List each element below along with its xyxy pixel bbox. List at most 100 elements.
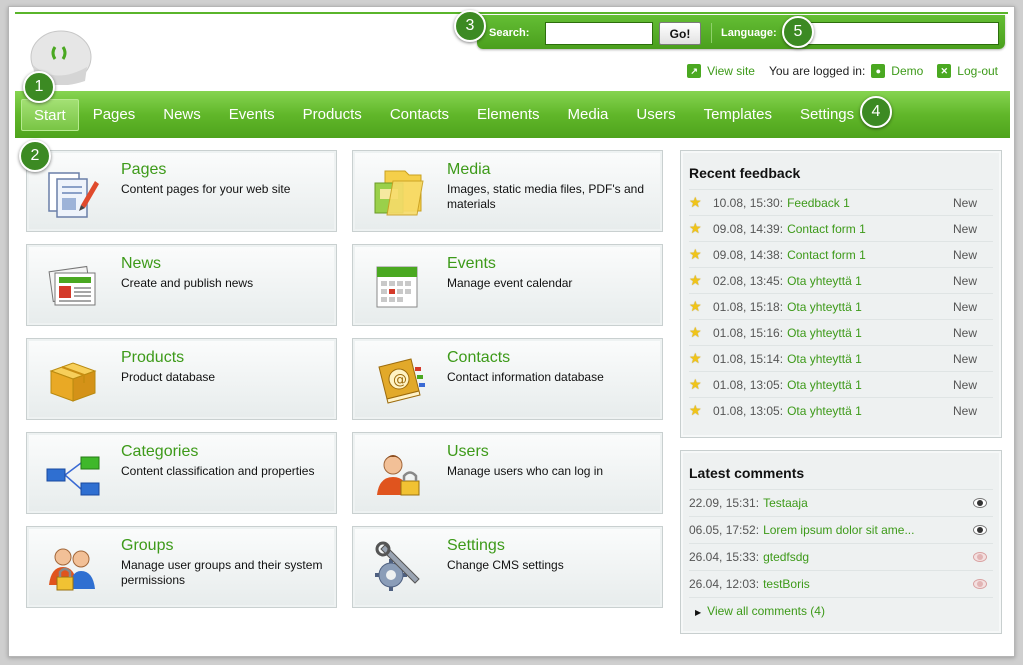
feedback-link[interactable]: Ota yhteyttä 1 <box>787 404 953 418</box>
tile-products[interactable]: Products Product database <box>26 338 337 420</box>
nav-item-products[interactable]: Products <box>289 99 376 131</box>
tile-categories[interactable]: Categories Content classification and pr… <box>26 432 337 514</box>
tools-icon <box>375 541 420 591</box>
feedback-row: ★ 09.08, 14:39: Contact form 1 New <box>689 215 993 241</box>
feedback-time: 01.08, 13:05: <box>713 377 784 392</box>
nav-item-events[interactable]: Events <box>215 99 289 131</box>
comment-link[interactable]: Lorem ipsum dolor sit ame... <box>763 523 973 537</box>
tile-description: Manage event calendar <box>447 276 573 290</box>
tile-users[interactable]: Users Manage users who can log in <box>352 432 663 514</box>
comment-row: 06.05, 17:52: Lorem ipsum dolor sit ame..… <box>689 516 993 543</box>
comment-time: 22.09, 15:31: <box>689 496 760 510</box>
nav-item-pages[interactable]: Pages <box>79 99 150 131</box>
comment-link[interactable]: Testaaja <box>763 496 973 510</box>
search-bar: Search: Go! Language: <box>477 15 1005 49</box>
nav-item-elements[interactable]: Elements <box>463 99 554 131</box>
feedback-row: ★ 01.08, 15:18: Ota yhteyttä 1 New <box>689 293 993 319</box>
tile-description: Content classification and properties <box>121 464 315 478</box>
user-bar: ↗ View site You are logged in: ● Demo ✕ … <box>687 62 998 80</box>
tile-title: Events <box>447 255 496 272</box>
annotation-badge-5: 5 <box>782 16 814 48</box>
feedback-status: New <box>953 273 978 288</box>
feedback-link[interactable]: Ota yhteyttä 1 <box>787 352 953 366</box>
tile-media[interactable]: Media Images, static media files, PDF's … <box>352 150 663 232</box>
comments-list: 22.09, 15:31: Testaaja 06.05, 17:52: Lorem … <box>681 489 1001 597</box>
search-label: Search: <box>489 27 530 39</box>
feedback-status: New <box>953 325 978 340</box>
nav-item-start[interactable]: Start <box>21 98 79 131</box>
comment-link[interactable]: testBoris <box>763 577 973 591</box>
annotation-badge-4: 4 <box>860 96 892 128</box>
tile-title: Contacts <box>447 349 511 366</box>
tile-news[interactable]: News Create and publish news <box>26 244 337 326</box>
tile-groups[interactable]: Groups Manage user groups and their syst… <box>26 526 337 608</box>
search-input[interactable] <box>545 22 653 45</box>
feedback-link[interactable]: Ota yhteyttä 1 <box>787 274 953 288</box>
eye-icon[interactable] <box>973 498 987 508</box>
feedback-time: 02.08, 13:45: <box>713 273 784 288</box>
group-lock-icon <box>49 548 95 591</box>
star-icon: ★ <box>689 376 702 392</box>
feedback-status: New <box>953 299 978 314</box>
view-site-link[interactable]: View site <box>707 64 755 78</box>
star-icon: ★ <box>689 324 702 340</box>
tile-description: Images, static media files, PDF's and ma… <box>447 182 645 211</box>
feedback-link[interactable]: Feedback 1 <box>787 196 953 210</box>
feedback-link[interactable]: Contact form 1 <box>787 222 953 236</box>
annotation-badge-1: 1 <box>23 71 55 103</box>
star-icon: ★ <box>689 402 702 418</box>
tile-pages[interactable]: Pages Content pages for your web site <box>26 150 337 232</box>
eye-icon[interactable] <box>973 525 987 535</box>
feedback-row: ★ 10.08, 15:30: Feedback 1 New <box>689 189 993 215</box>
nav-item-templates[interactable]: Templates <box>690 99 786 131</box>
tile-description: Change CMS settings <box>447 558 564 572</box>
tile-settings[interactable]: Settings Change CMS settings <box>352 526 663 608</box>
star-icon: ★ <box>689 246 702 262</box>
nav-item-users[interactable]: Users <box>622 99 689 131</box>
logout-link[interactable]: Log-out <box>957 64 998 78</box>
eye-icon[interactable] <box>973 552 987 562</box>
feedback-time: 01.08, 15:16: <box>713 325 784 340</box>
star-icon: ★ <box>689 220 702 236</box>
tile-events[interactable]: Events Manage event calendar <box>352 244 663 326</box>
annotation-badge-3: 3 <box>454 10 486 42</box>
box-icon <box>49 362 97 402</box>
feedback-link[interactable]: Ota yhteyttä 1 <box>787 300 953 314</box>
feedback-status: New <box>953 247 978 262</box>
triangle-right-icon: ▶ <box>695 608 702 617</box>
nav-item-news[interactable]: News <box>149 99 215 131</box>
hierarchy-icon <box>46 456 100 496</box>
search-go-button[interactable]: Go! <box>659 22 701 45</box>
eye-icon[interactable] <box>973 579 987 589</box>
view-all-comments-link[interactable]: View all comments (4) <box>707 604 825 618</box>
feedback-row: ★ 01.08, 13:05: Ota yhteyttä 1 New <box>689 371 993 397</box>
user-link[interactable]: Demo <box>891 64 923 78</box>
comment-row: 22.09, 15:31: Testaaja <box>689 489 993 516</box>
language-select[interactable] <box>789 22 999 45</box>
star-icon: ★ <box>689 350 702 366</box>
logout-icon: ✕ <box>937 64 952 78</box>
feedback-status: New <box>953 377 978 392</box>
nav-item-media[interactable]: Media <box>554 99 623 131</box>
media-folder-icon <box>374 170 424 216</box>
external-link-icon: ↗ <box>687 64 702 78</box>
tile-contacts[interactable]: @ Contacts Contact information database <box>352 338 663 420</box>
feedback-time: 10.08, 15:30: <box>713 195 784 210</box>
feedback-link[interactable]: Ota yhteyttä 1 <box>787 326 953 340</box>
calendar-icon <box>376 266 418 308</box>
star-icon: ★ <box>689 272 702 288</box>
tile-description: Content pages for your web site <box>121 182 291 196</box>
comment-link[interactable]: gtedfsdg <box>763 550 973 564</box>
annotation-badge-2: 2 <box>19 140 51 172</box>
tile-description: Create and publish news <box>121 276 254 290</box>
nav-item-contacts[interactable]: Contacts <box>376 99 463 131</box>
nav-item-settings[interactable]: Settings <box>786 99 868 131</box>
tile-title: News <box>121 255 162 272</box>
feedback-time: 09.08, 14:39: <box>713 221 784 236</box>
user-icon: ● <box>871 64 886 78</box>
feedback-time: 01.08, 13:05: <box>713 403 784 418</box>
newspaper-icon <box>48 265 96 306</box>
svg-text:@: @ <box>393 372 407 388</box>
feedback-link[interactable]: Contact form 1 <box>787 248 953 262</box>
feedback-link[interactable]: Ota yhteyttä 1 <box>787 378 953 392</box>
